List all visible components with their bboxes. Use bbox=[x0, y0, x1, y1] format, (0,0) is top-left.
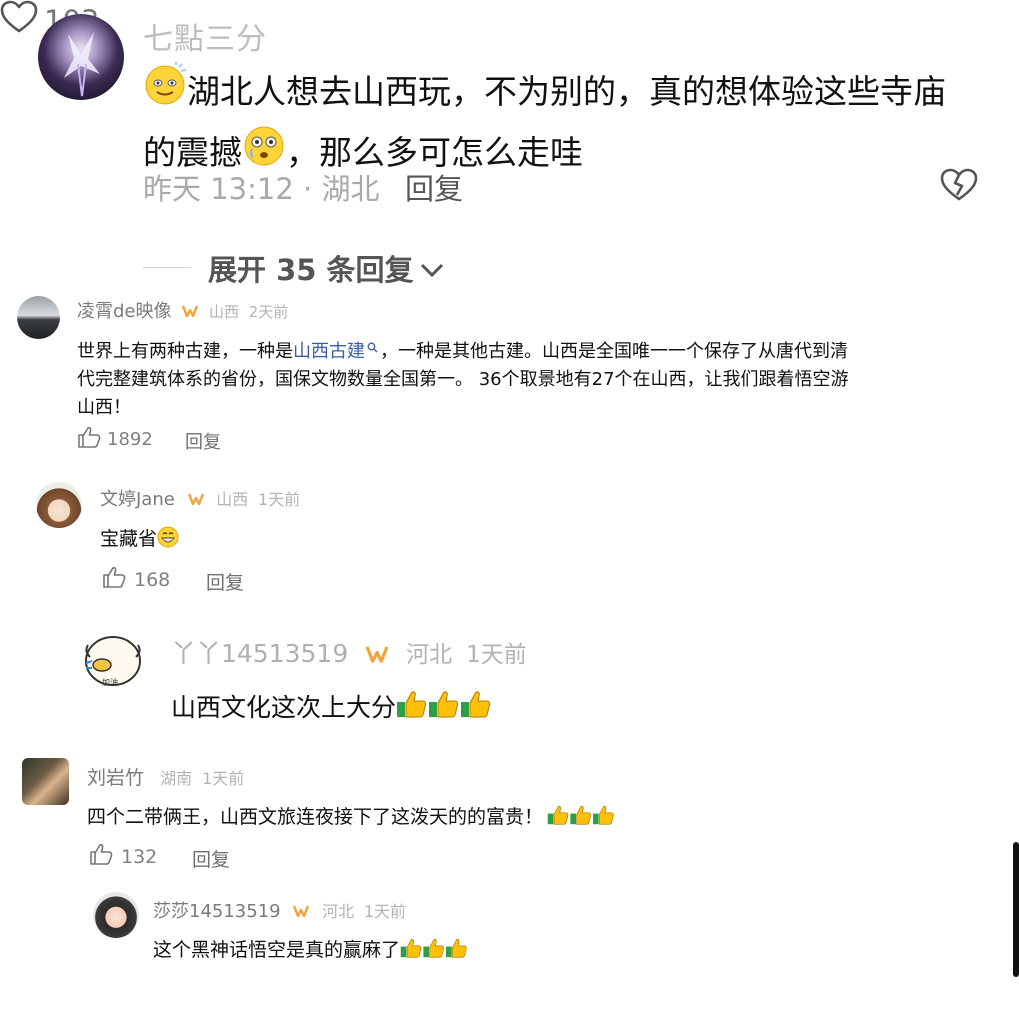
reply-text: 世界上有两种古建，一种是山西古建 ，一种是其他古建。山西是全国唯一一个保存了从唐代… bbox=[77, 334, 857, 422]
reply-header: 丫丫14513519 河北 1天前 bbox=[171, 634, 527, 670]
main-comment-time-location: 昨天 13:12 · 湖北 bbox=[143, 172, 380, 206]
grinning-emoji-icon bbox=[157, 526, 179, 553]
reply-username[interactable]: 莎莎14513519 bbox=[153, 901, 281, 922]
reply-reply-button[interactable]: 回复 bbox=[192, 845, 230, 872]
reply-header: 凌霄de映像 山西 2天前 bbox=[77, 297, 288, 323]
svg-text:加油: 加油 bbox=[102, 677, 118, 687]
reply-like-count: 1892 bbox=[107, 429, 153, 450]
reply-location: 山西 bbox=[216, 490, 249, 509]
reply-text: 四个二带俩王，山西文旅连夜接下了这泼天的的富贵！ bbox=[87, 802, 615, 831]
reply-time: 1天前 bbox=[466, 642, 527, 668]
reply-text-content: 这个黑神话悟空是真的赢麻了 bbox=[153, 939, 401, 961]
reply-text-content: 山西文化这次上大分 bbox=[171, 693, 397, 722]
reply-username[interactable]: 文婷Jane bbox=[100, 489, 175, 510]
expand-replies-label: 展开 35 条回复 bbox=[208, 253, 414, 287]
reply-time: 1天前 bbox=[258, 490, 301, 509]
comment-thread: 七點三分 湖北人想去山西玩，不为别的，真的想体验这些寺庙的震撼 ，那么多可怎么走… bbox=[0, 0, 1019, 1024]
thumb-up-outline-icon bbox=[102, 566, 126, 593]
expand-replies-button[interactable]: 展开 35 条回复 bbox=[208, 247, 444, 289]
search-icon[interactable] bbox=[367, 334, 378, 362]
reply-like-count: 168 bbox=[134, 568, 171, 591]
reply-username[interactable]: 丫丫14513519 bbox=[171, 639, 348, 668]
thumb-up-outline-icon bbox=[77, 426, 101, 453]
thumbs-up-emoji-icon bbox=[400, 937, 468, 964]
reply-avatar[interactable] bbox=[17, 296, 60, 339]
main-comment-reply-button[interactable]: 回复 bbox=[405, 166, 463, 208]
thumb-up-outline-icon bbox=[89, 843, 113, 870]
reply-location: 河北 bbox=[322, 902, 355, 921]
reply-text: 宝藏省 bbox=[100, 524, 179, 553]
chevron-down-icon bbox=[420, 251, 444, 285]
reply-text: 山西文化这次上大分 bbox=[171, 688, 492, 725]
reply-like-button[interactable]: 168 bbox=[102, 566, 170, 593]
main-comment-avatar[interactable] bbox=[38, 14, 124, 100]
reply-header: 莎莎14513519 河北 1天前 bbox=[153, 897, 406, 923]
reply-location: 湖南 bbox=[160, 769, 193, 788]
thumbs-up-emoji-icon bbox=[396, 689, 492, 725]
reply-avatar[interactable] bbox=[22, 758, 69, 805]
smiling-sweat-emoji-icon bbox=[143, 62, 187, 123]
main-comment-username[interactable]: 七點三分 bbox=[143, 14, 267, 58]
reply-avatar[interactable] bbox=[36, 482, 82, 528]
reply-username[interactable]: 刘岩竹 bbox=[87, 767, 144, 789]
reply-time: 1天前 bbox=[202, 769, 245, 788]
reply-header: 文婷Jane 山西 1天前 bbox=[100, 485, 300, 511]
reply-like-count: 132 bbox=[121, 845, 158, 868]
thumbs-up-emoji-icon bbox=[547, 804, 615, 831]
reply-like-button[interactable]: 132 bbox=[89, 843, 157, 870]
reply-location: 山西 bbox=[208, 303, 239, 321]
reply-reply-button[interactable]: 回复 bbox=[206, 568, 244, 595]
reply-text-prefix: 世界上有两种古建，一种是 bbox=[77, 341, 293, 362]
vip-badge-icon bbox=[364, 641, 390, 670]
reply-time: 2天前 bbox=[248, 303, 289, 321]
broken-heart-icon[interactable] bbox=[940, 168, 978, 206]
reply-avatar[interactable] bbox=[93, 892, 139, 938]
vip-badge-icon bbox=[181, 302, 199, 323]
expand-divider bbox=[143, 267, 191, 268]
search-link-shanxi-architecture[interactable]: 山西古建 bbox=[293, 341, 365, 362]
vip-badge-icon bbox=[292, 902, 310, 923]
reply-like-button[interactable]: 1892 bbox=[77, 426, 153, 453]
vip-badge-icon bbox=[187, 490, 205, 511]
reply-text-content: 宝藏省 bbox=[100, 528, 158, 550]
reply-text-content: 四个二带俩王，山西文旅连夜接下了这泼天的的富贵！ bbox=[87, 806, 544, 828]
scrollbar-thumb[interactable] bbox=[1013, 842, 1019, 977]
reply-location: 河北 bbox=[406, 642, 453, 668]
reply-avatar[interactable]: 加油 bbox=[80, 627, 146, 693]
reply-reply-button[interactable]: 回复 bbox=[185, 428, 221, 454]
reply-text: 这个黑神话悟空是真的赢麻了 bbox=[153, 935, 468, 964]
reply-username[interactable]: 凌霄de映像 bbox=[77, 301, 172, 322]
reply-time: 1天前 bbox=[363, 902, 407, 921]
heart-outline-icon bbox=[0, 0, 38, 41]
reply-header: 刘岩竹 湖南 1天前 bbox=[87, 763, 244, 790]
